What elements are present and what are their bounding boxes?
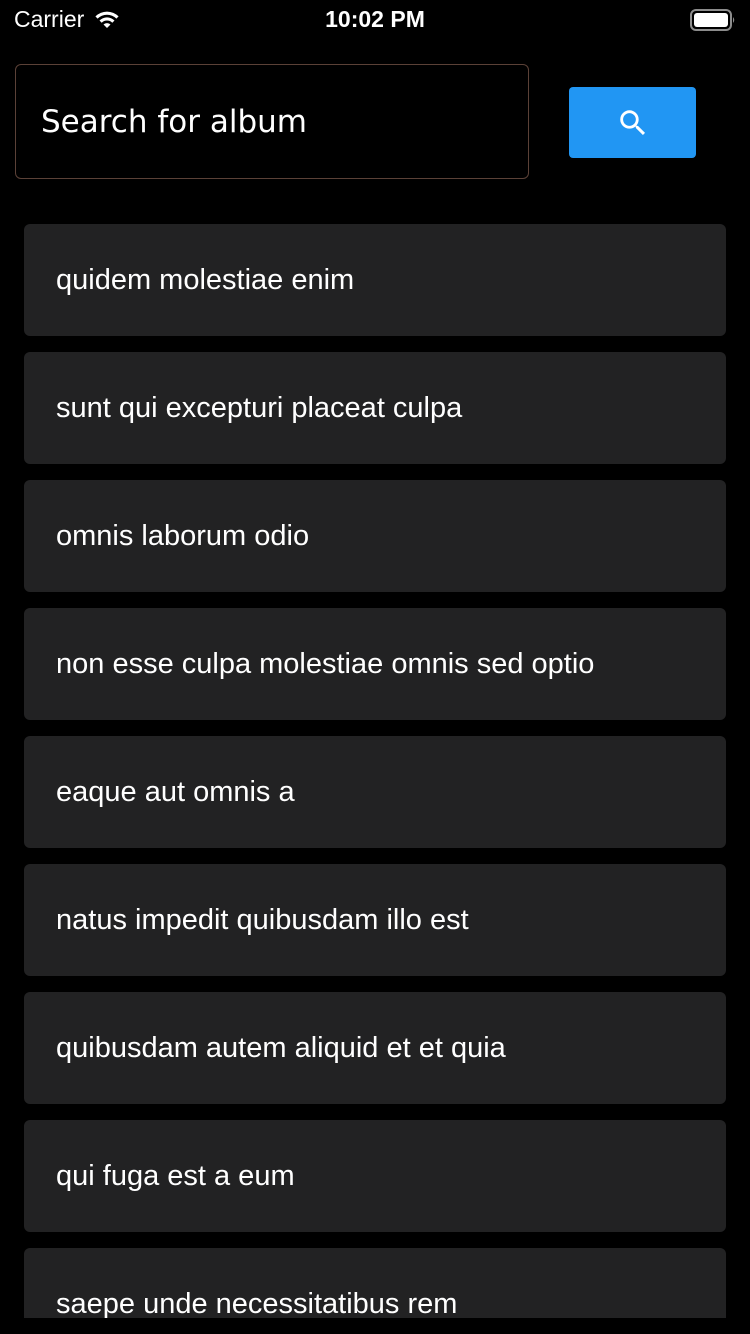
- album-list-item[interactable]: non esse culpa molestiae omnis sed optio: [24, 608, 726, 720]
- album-title: eaque aut omnis a: [56, 775, 295, 808]
- album-list-item[interactable]: qui fuga est a eum: [24, 1120, 726, 1232]
- search-input[interactable]: [16, 65, 528, 178]
- album-list-item[interactable]: eaque aut omnis a: [24, 736, 726, 848]
- album-list: quidem molestiae enim sunt qui excepturi…: [24, 224, 726, 1318]
- album-list-item[interactable]: quidem molestiae enim: [24, 224, 726, 336]
- album-title: qui fuga est a eum: [56, 1159, 295, 1192]
- album-list-item[interactable]: omnis laborum odio: [24, 480, 726, 592]
- album-list-item[interactable]: natus impedit quibusdam illo est: [24, 864, 726, 976]
- search-field[interactable]: [15, 64, 529, 179]
- album-title: sunt qui excepturi placeat culpa: [56, 391, 463, 424]
- album-title: quibusdam autem aliquid et et quia: [56, 1031, 506, 1064]
- status-time: 10:02 PM: [325, 6, 425, 32]
- status-bar: Carrier 10:02 PM: [0, 0, 750, 40]
- album-list-item[interactable]: saepe unde necessitatibus rem: [24, 1248, 726, 1318]
- album-list-item[interactable]: sunt qui excepturi placeat culpa: [24, 352, 726, 464]
- album-title: quidem molestiae enim: [56, 263, 355, 296]
- battery-icon: [690, 9, 735, 31]
- album-title: saepe unde necessitatibus rem: [56, 1287, 458, 1319]
- search-button[interactable]: [569, 87, 696, 158]
- search-icon: [619, 109, 645, 135]
- album-title: non esse culpa molestiae omnis sed optio: [56, 647, 595, 680]
- album-title: natus impedit quibusdam illo est: [56, 903, 469, 936]
- album-title: omnis laborum odio: [56, 519, 310, 552]
- album-list-item[interactable]: quibusdam autem aliquid et et quia: [24, 992, 726, 1104]
